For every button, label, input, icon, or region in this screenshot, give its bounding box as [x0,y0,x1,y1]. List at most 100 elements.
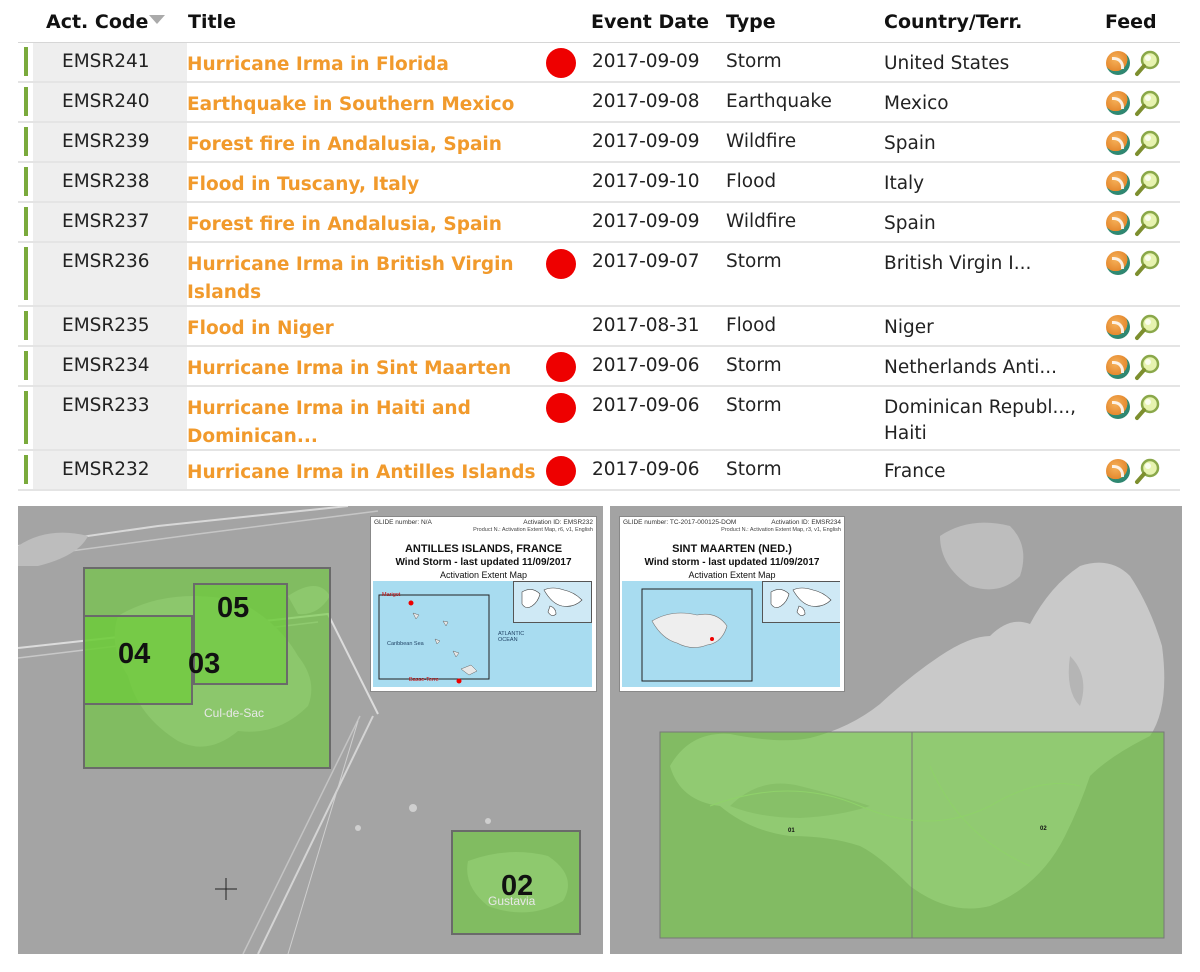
activation-title-link[interactable]: Forest fire in Andalusia, Spain [187,131,542,159]
place-label-cul-de-sac: Cul-de-Sac [204,706,265,720]
map-magnifier-icon[interactable] [1134,393,1162,421]
rss-feed-icon[interactable] [1106,51,1130,75]
header-event-date[interactable]: Event Date [591,11,709,33]
activation-title-link[interactable]: Flood in Tuscany, Italy [187,171,542,199]
activation-code: EMSR234 [62,355,150,376]
inset-map-area: Marigot Caribbean Sea ATLANTIC OCEAN Bas… [373,581,592,687]
status-bar [24,247,28,300]
active-flag-dot [546,393,576,423]
header-act-code[interactable]: Act. Code [46,11,166,33]
inset-label-marigot: Marigot [382,592,401,598]
country: Spain [884,133,936,154]
map-magnifier-icon[interactable] [1134,129,1162,157]
table-row[interactable]: EMSR238 Flood in Tuscany, Italy 2017-09-10… [18,163,1180,203]
rss-feed-icon[interactable] [1106,211,1130,235]
table-row[interactable]: EMSR239 Forest fire in Andalusia, Spain 20… [18,123,1180,163]
rss-feed-icon[interactable] [1106,91,1130,115]
map-magnifier-icon[interactable] [1134,313,1162,341]
map-magnifier-icon[interactable] [1134,169,1162,197]
header-country[interactable]: Country/Terr. [884,11,1022,33]
activation-code: EMSR236 [62,251,150,272]
header-title[interactable]: Title [188,11,236,33]
rss-feed-icon[interactable] [1106,171,1130,195]
status-bar [24,127,28,156]
event-type: Flood [726,315,777,336]
status-bar [24,47,28,76]
status-bar [24,207,28,236]
table-row[interactable]: EMSR237 Forest fire in Andalusia, Spain 20… [18,203,1180,243]
event-type: Flood [726,171,777,192]
event-type: Storm [726,355,782,376]
activation-code: EMSR233 [62,395,150,416]
inset-label-caribbean: Caribbean Sea [387,641,424,647]
activation-code: EMSR232 [62,459,150,480]
event-date: 2017-09-06 [592,355,700,376]
table-row[interactable]: EMSR236 Hurricane Irma in British Virgin … [18,243,1180,307]
table-row[interactable]: EMSR235 Flood in Niger 2017-08-31 Flood Nige… [18,307,1180,347]
inset-label-basse-terre: Basse-Terre [409,677,439,683]
event-date: 2017-09-09 [592,131,700,152]
zone-label-05: 05 [217,592,250,624]
activation-title-link[interactable]: Hurricane Irma in Florida [187,51,542,79]
country: Niger [884,317,934,338]
inset-label-atlantic: ATLANTIC OCEAN [498,631,525,643]
country: Mexico [884,93,949,114]
sort-desc-icon[interactable] [149,15,166,24]
event-date: 2017-09-06 [592,459,700,480]
activation-code: EMSR235 [62,315,150,336]
event-date: 2017-09-10 [592,171,700,192]
event-type: Earthquake [726,91,832,112]
map-magnifier-icon[interactable] [1134,353,1162,381]
activation-title-link[interactable]: Hurricane Irma in Sint Maarten [187,355,542,383]
activation-title-link[interactable]: Hurricane Irma in Antilles Islands [187,459,542,487]
rss-feed-icon[interactable] [1106,251,1130,275]
activation-code: EMSR239 [62,131,150,152]
active-flag-dot [546,456,576,486]
inset-glide: GLIDE number: TC-2017-000125-DOM [623,519,737,526]
map-magnifier-icon[interactable] [1134,209,1162,237]
inset-subtitle: Wind Storm - last updated 11/09/2017 [395,557,572,568]
table-row[interactable]: EMSR240 Earthquake in Southern Mexico 2017… [18,83,1180,123]
zone-label-02-right: 02 [1040,826,1047,832]
status-bar [24,455,28,484]
map-magnifier-icon[interactable] [1134,249,1162,277]
header-feed: Feed [1105,11,1157,33]
status-bar [24,167,28,196]
active-flag-dot [546,249,576,279]
map-magnifier-icon[interactable] [1134,89,1162,117]
rss-feed-icon[interactable] [1106,395,1130,419]
table-row[interactable]: EMSR241 Hurricane Irma in Florida 2017-09-… [18,43,1180,83]
inset-map-type: Activation Extent Map [688,570,776,580]
country: Italy [884,173,925,194]
table-row[interactable]: EMSR232 Hurricane Irma in Antilles Island… [18,451,1180,491]
activation-code: EMSR237 [62,211,150,232]
country: France [884,461,946,482]
header-type[interactable]: Type [726,11,776,33]
event-date: 2017-09-08 [592,91,700,112]
inset-product: Product N.: Activation Extent Map, r6, v… [473,527,593,533]
table-row[interactable]: EMSR233 Hurricane Irma in Haiti and Domin… [18,387,1180,451]
event-date: 2017-09-06 [592,395,700,416]
rss-feed-icon[interactable] [1106,459,1130,483]
map-magnifier-icon[interactable] [1134,457,1162,485]
activation-map-antilles[interactable]: 04 03 05 02 Cul-de-Sac Gustavia GLIDE nu… [18,506,603,954]
activation-title-link[interactable]: Flood in Niger [187,315,542,343]
inset-title: ANTILLES ISLANDS, FRANCE [404,543,563,555]
rss-feed-icon[interactable] [1106,131,1130,155]
event-type: Storm [726,459,782,480]
activation-title-link[interactable]: Hurricane Irma in Haiti and Dominican... [187,395,542,451]
table-row[interactable]: EMSR234 Hurricane Irma in Sint Maarten 201… [18,347,1180,387]
zone-label-04: 04 [118,638,151,670]
status-bar [24,311,28,340]
active-flag-dot [546,352,576,382]
activation-title-link[interactable]: Hurricane Irma in British Virgin Islands [187,251,542,307]
activation-map-sint-maarten[interactable]: 01 02 GLIDE number: TC-2017-000125-DOM Ac… [610,506,1182,954]
activation-code: EMSR241 [62,51,150,72]
rss-feed-icon[interactable] [1106,315,1130,339]
inset-title: SINT MAARTEN (NED.) [672,543,792,555]
country: Dominican Republ..., Haiti [884,397,1076,444]
map-magnifier-icon[interactable] [1134,49,1162,77]
activation-title-link[interactable]: Earthquake in Southern Mexico [187,91,542,119]
activation-title-link[interactable]: Forest fire in Andalusia, Spain [187,211,542,239]
rss-feed-icon[interactable] [1106,355,1130,379]
